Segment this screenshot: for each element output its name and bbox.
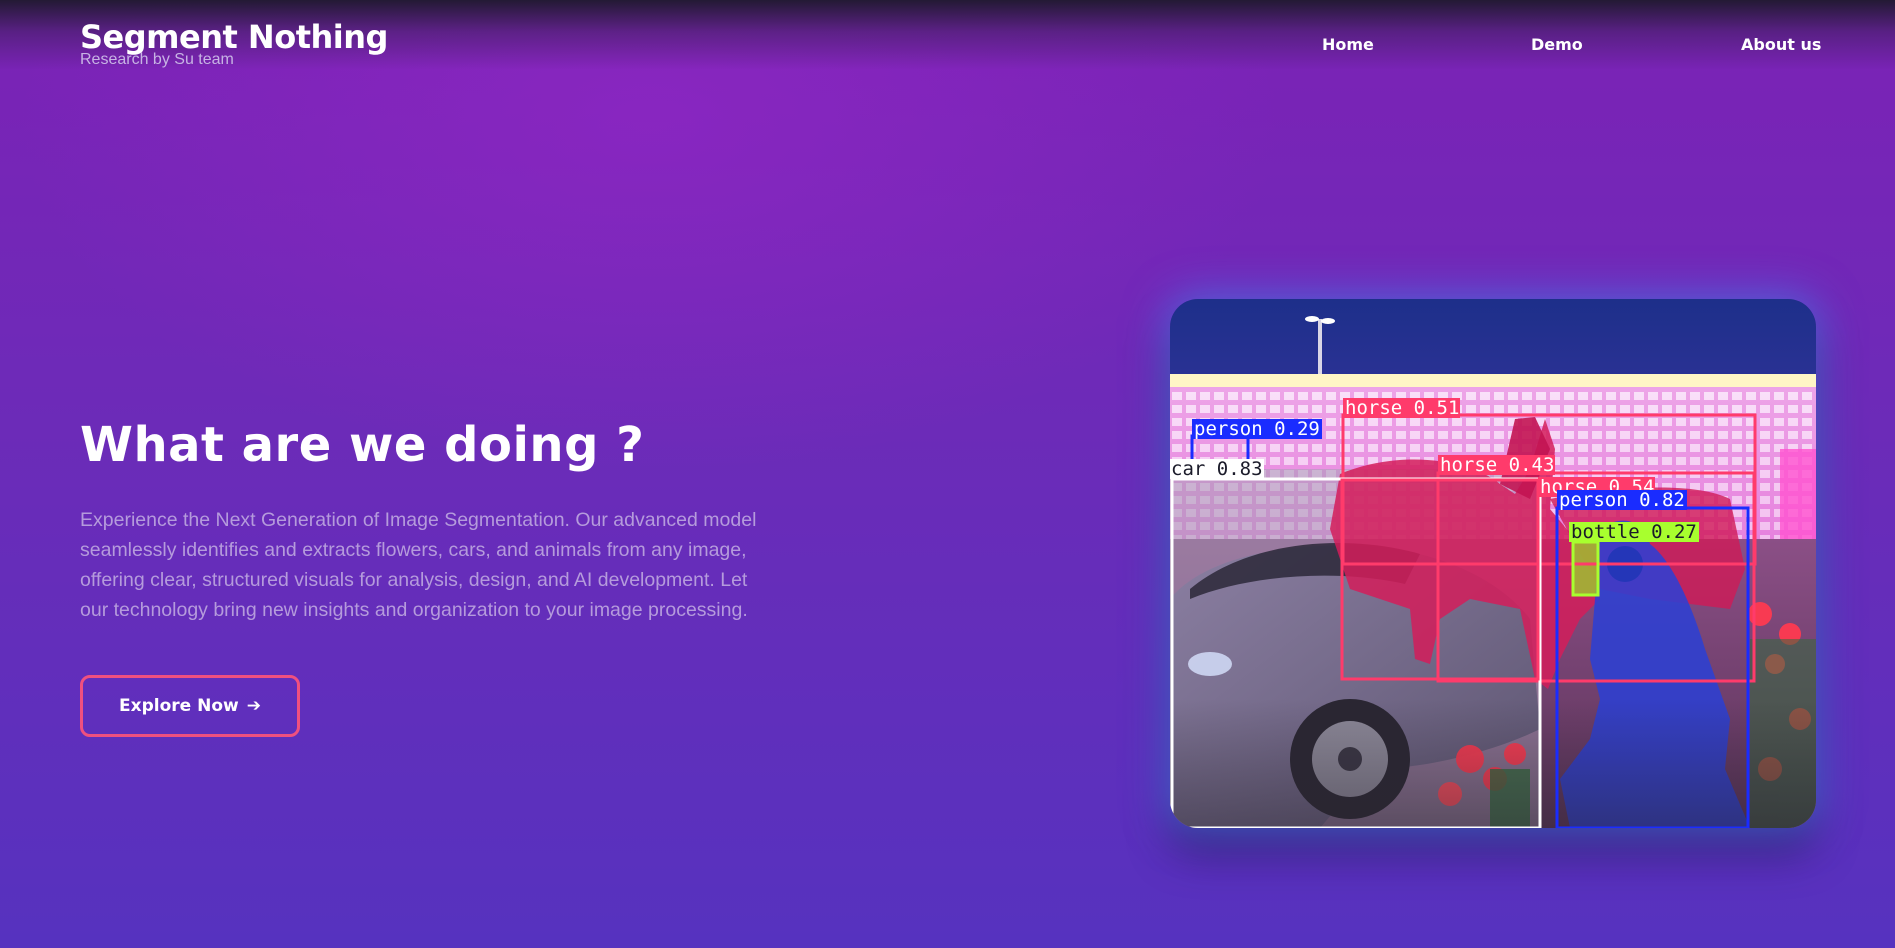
- nav-link-demo[interactable]: Demo: [1531, 35, 1583, 54]
- detection-label-1: horse 0.51: [1345, 397, 1459, 419]
- detection-label-3: horse 0.43: [1440, 454, 1554, 476]
- nav-link-home[interactable]: Home: [1322, 35, 1374, 54]
- hero-description: Experience the Next Generation of Image …: [80, 509, 757, 621]
- explore-now-label: Explore Now: [119, 696, 239, 716]
- explore-now-button[interactable]: Explore Now ➔: [80, 675, 300, 737]
- detection-label-2: person 0.29: [1194, 418, 1320, 440]
- demo-scene: horse 0.51 person 0.29 horse 0.43 car 0.…: [1170, 299, 1816, 828]
- segmentation-demo-image: horse 0.51 person 0.29 horse 0.43 car 0.…: [1170, 299, 1816, 828]
- hero-title: What are we doing ?: [80, 417, 645, 473]
- detection-label-7: bottle 0.27: [1571, 521, 1697, 543]
- detection-label-4: car 0.83: [1171, 458, 1263, 480]
- detection-label-6: person 0.82: [1559, 489, 1685, 511]
- arrow-right-icon: ➔: [246, 696, 261, 716]
- brand[interactable]: Segment Nothing Research by Su team: [80, 18, 388, 69]
- nav-link-about[interactable]: About us: [1741, 35, 1821, 54]
